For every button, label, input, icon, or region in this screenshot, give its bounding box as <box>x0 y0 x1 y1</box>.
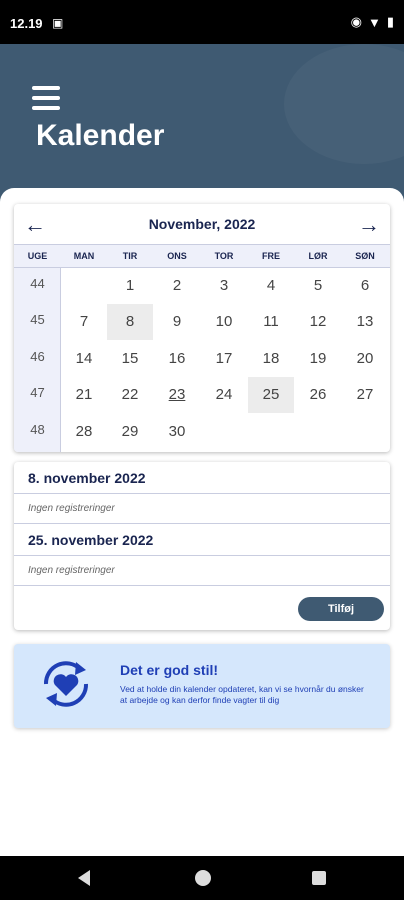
weekday-label: UGE <box>27 251 48 261</box>
event-date-heading: 25. november 2022 <box>14 524 390 556</box>
hamburger-menu-icon[interactable] <box>32 86 60 110</box>
app-header: Kalender <box>0 44 404 204</box>
system-nav-bar <box>0 856 404 900</box>
calendar-day[interactable]: 7 <box>61 304 107 340</box>
battery-icon: ▮ <box>386 14 394 29</box>
calendar-day[interactable]: 14 <box>61 341 107 377</box>
calendar-day[interactable]: 4 <box>248 268 294 304</box>
recents-icon[interactable] <box>312 871 326 885</box>
calendar-day[interactable]: 28 <box>61 414 107 450</box>
calendar-day[interactable]: 3 <box>201 268 247 304</box>
eye-icon: ◉ <box>350 14 362 29</box>
calendar-day[interactable]: 2 <box>154 268 200 304</box>
main-content: ← November, 2022 → UGE MAN TIR ONS TOR FRE LØR… <box>0 188 404 856</box>
calendar-day[interactable]: 19 <box>295 341 341 377</box>
month-title: November, 2022 <box>148 216 256 232</box>
sim-icon: ▣ <box>52 16 64 30</box>
calendar-day[interactable]: 27 <box>342 377 388 413</box>
calendar-day[interactable]: 26 <box>295 377 341 413</box>
home-icon[interactable] <box>195 870 211 886</box>
week-number: 44 <box>30 276 45 291</box>
calendar-day[interactable]: 15 <box>107 341 153 377</box>
status-time: 12.19 <box>10 16 43 31</box>
weekday-header-row: UGE MAN TIR ONS TOR FRE LØR SØN <box>14 244 390 268</box>
status-icons: ◉ ▼ ▮ <box>351 14 394 30</box>
calendar-day[interactable]: 11 <box>248 304 294 340</box>
calendar-day[interactable]: 30 <box>154 414 200 450</box>
calendar-day[interactable]: 5 <box>295 268 341 304</box>
weekday-label: SØN <box>355 251 375 261</box>
event-date-heading: 8. november 2022 <box>14 462 390 494</box>
weekday-label: FRE <box>262 251 280 261</box>
calendar-header: ← November, 2022 → <box>14 204 390 244</box>
calendar-day[interactable]: 12 <box>295 304 341 340</box>
calendar-card: ← November, 2022 → UGE MAN TIR ONS TOR FRE LØR… <box>14 204 390 452</box>
calendar-day[interactable]: 21 <box>61 377 107 413</box>
event-empty-text: Ingen registreringer <box>14 494 390 524</box>
week-number: 48 <box>30 421 45 437</box>
weekday-label: MAN <box>73 251 95 261</box>
calendar-day[interactable]: 23 <box>154 377 200 413</box>
events-card: 8. november 2022 Ingen registreringer 25… <box>14 462 390 630</box>
status-bar: 12.19 ▣ ◉ ▼ ▮ <box>0 0 404 44</box>
calendar-day[interactable]: 20 <box>342 341 388 377</box>
weekday-label: ONS <box>167 251 187 261</box>
add-button[interactable]: Tilføj <box>298 597 384 621</box>
calendar-day[interactable]: 29 <box>107 414 153 450</box>
calendar-day[interactable]: 17 <box>201 341 247 377</box>
page-title: Kalender <box>36 119 165 152</box>
next-month-arrow-icon[interactable]: → <box>358 212 380 238</box>
week-number: 46 <box>30 348 45 364</box>
week-number: 47 <box>30 385 45 401</box>
calendar-day[interactable]: 22 <box>107 377 153 413</box>
back-icon[interactable] <box>78 870 90 886</box>
calendar-day[interactable]: 6 <box>342 268 388 304</box>
calendar-day[interactable]: 10 <box>201 304 247 340</box>
heart-sync-icon <box>43 661 89 707</box>
calendar-day[interactable]: 9 <box>154 304 200 340</box>
calendar-day[interactable]: 24 <box>201 377 247 413</box>
calendar-day[interactable]: 18 <box>248 341 294 377</box>
event-empty-text: Ingen registreringer <box>14 556 390 586</box>
header-decoration <box>284 44 404 164</box>
info-card: Det er god stil! Ved at holde din kalend… <box>14 644 390 728</box>
weekday-label: TOR <box>214 251 234 261</box>
wifi-icon: ▼ <box>367 14 381 30</box>
week-number-column: 44 45 46 47 48 <box>14 268 61 452</box>
calendar-day[interactable]: 25 <box>248 377 294 414</box>
calendar-day[interactable]: 16 <box>154 341 200 377</box>
info-title: Det er god stil! <box>120 662 219 678</box>
info-text: Ved at holde din kalender opdateret, kan… <box>120 684 364 705</box>
weekday-label: TIR <box>122 251 138 261</box>
calendar-day[interactable]: 8 <box>107 304 153 341</box>
weekday-label: LØR <box>308 251 328 261</box>
calendar-day[interactable]: 13 <box>342 304 388 340</box>
calendar-day[interactable]: 1 <box>107 268 153 304</box>
week-number: 45 <box>30 312 45 328</box>
